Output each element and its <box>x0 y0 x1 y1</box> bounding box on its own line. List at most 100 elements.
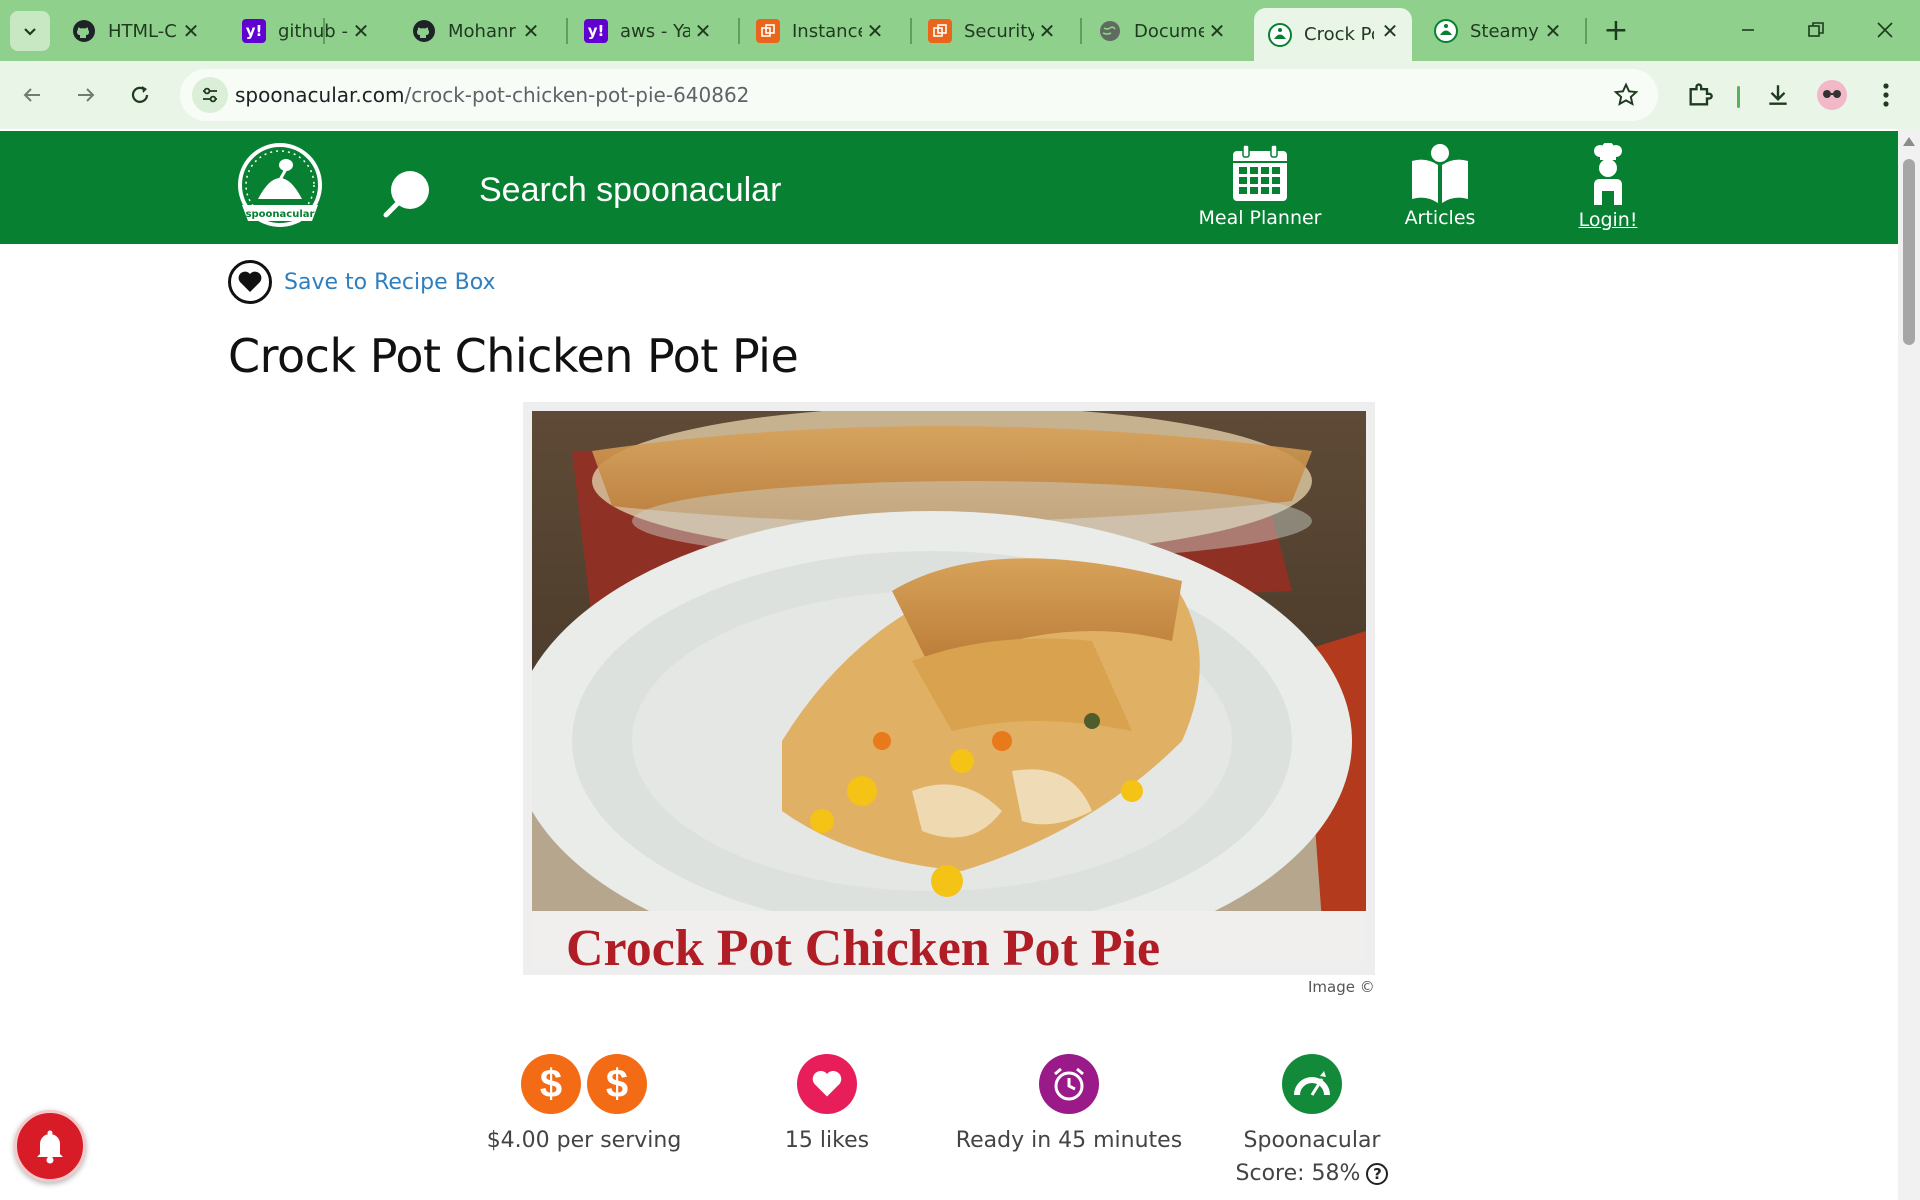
heart-icon[interactable] <box>228 260 272 304</box>
yahoo-icon: y! <box>584 19 608 43</box>
save-to-recipe-box[interactable]: Save to Recipe Box <box>228 259 496 305</box>
close-icon[interactable]: ✕ <box>349 19 373 43</box>
image-credit[interactable]: Image © <box>1308 978 1375 996</box>
tab-title: Docume <box>1134 20 1204 42</box>
url-path: /crock-pot-chicken-pot-pie-640862 <box>404 83 750 107</box>
minimize-button[interactable] <box>1720 8 1776 52</box>
more-vert-icon <box>1883 83 1889 107</box>
page-title: Crock Pot Chicken Pot Pie <box>228 329 799 383</box>
browser-tab[interactable]: y! aws - Ya ✕ <box>570 8 725 54</box>
close-icon[interactable]: ✕ <box>863 19 887 43</box>
arrow-left-icon <box>23 88 40 102</box>
chevron-down-icon <box>24 28 36 36</box>
web-page: spoonacular Search spoonacular Meal Plan… <box>0 129 1898 1200</box>
heart-icon[interactable] <box>797 1054 857 1114</box>
page-scrollbar[interactable] <box>1898 129 1920 1200</box>
dollar-icon: $ <box>587 1054 647 1114</box>
bell-icon <box>37 1130 63 1164</box>
scroll-up-arrow-icon[interactable] <box>1903 137 1915 146</box>
close-icon[interactable]: ✕ <box>1205 19 1229 43</box>
save-link[interactable]: Save to Recipe Box <box>284 270 496 295</box>
score-value-row: Score: 58%? <box>1222 1157 1402 1190</box>
score-label: Spoonacular <box>1243 1128 1381 1153</box>
browser-tab[interactable]: HTML-C ✕ <box>58 8 213 54</box>
search-input[interactable]: Search spoonacular <box>479 171 781 210</box>
price-stat: $ $ $4.00 per serving <box>484 1054 684 1157</box>
nav-login[interactable]: Login! <box>1528 139 1688 239</box>
arrow-right-icon <box>78 88 95 102</box>
browser-tab-active[interactable]: Crock Po ✕ <box>1254 8 1412 61</box>
close-icon[interactable]: ✕ <box>1378 19 1402 43</box>
menu-button[interactable] <box>1866 75 1906 115</box>
browser-tab[interactable]: Docume ✕ <box>1084 8 1239 54</box>
tab-title: Mohanr <box>448 20 516 42</box>
tab-title: Instance <box>792 20 862 42</box>
download-icon <box>1769 85 1787 105</box>
new-tab-button[interactable]: + <box>1598 12 1634 48</box>
score-value: Score: 58% <box>1235 1161 1361 1186</box>
tab-title: Crock Po <box>1304 24 1374 45</box>
browser-toolbar: spoonacular.com/crock-pot-chicken-pot-pi… <box>0 61 1920 129</box>
toolbar-separator <box>1737 86 1740 108</box>
book-reader-icon <box>1412 144 1468 203</box>
notification-bell-button[interactable] <box>14 1110 86 1182</box>
close-icon[interactable]: ✕ <box>1541 19 1565 43</box>
spoonacular-logo[interactable]: spoonacular <box>234 141 326 233</box>
help-icon[interactable]: ? <box>1366 1163 1389 1185</box>
tab-title: Steamy <box>1470 20 1539 42</box>
nav-meal-planner[interactable]: Meal Planner <box>1180 139 1340 239</box>
tab-title: aws - Ya <box>620 20 690 42</box>
close-icon[interactable]: ✕ <box>179 19 203 43</box>
ready-label: Ready in 45 minutes <box>955 1128 1183 1153</box>
reload-icon <box>131 86 149 103</box>
close-window-button[interactable] <box>1857 8 1913 52</box>
forward-button[interactable] <box>66 75 106 115</box>
extensions-button[interactable] <box>1680 75 1720 115</box>
yahoo-icon: y! <box>242 19 266 43</box>
scrollbar-thumb[interactable] <box>1903 159 1915 345</box>
close-icon <box>1877 22 1893 38</box>
browser-tab[interactable]: Instance ✕ <box>742 8 897 54</box>
tab-title: Security <box>964 20 1034 42</box>
minimize-icon <box>1742 29 1754 31</box>
star-icon <box>1613 82 1639 106</box>
aws-icon <box>928 19 952 43</box>
browser-tab[interactable]: Security ✕ <box>914 8 1069 54</box>
tab-strip: HTML-C ✕ y! github - ✕ Mohanr ✕ y! aws -… <box>0 0 1920 61</box>
price-label: $4.00 per serving <box>486 1128 682 1153</box>
close-icon[interactable]: ✕ <box>519 19 543 43</box>
browser-tab[interactable]: y! github - ✕ <box>228 8 383 54</box>
profile-button[interactable] <box>1812 75 1852 115</box>
globe-icon <box>1098 19 1122 43</box>
spoonacular-icon <box>1434 19 1458 43</box>
url-text[interactable]: spoonacular.com/crock-pot-chicken-pot-pi… <box>235 83 749 107</box>
close-icon[interactable]: ✕ <box>691 19 715 43</box>
restore-button[interactable] <box>1788 8 1844 52</box>
chef-icon <box>1594 143 1622 205</box>
close-icon[interactable]: ✕ <box>1035 19 1059 43</box>
url-host: spoonacular.com <box>235 83 405 107</box>
nav-articles[interactable]: Articles <box>1360 139 1520 239</box>
back-button[interactable] <box>12 75 52 115</box>
tune-icon <box>203 87 217 103</box>
likes-label: 15 likes <box>784 1128 870 1153</box>
gauge-icon <box>1282 1054 1342 1114</box>
reload-button[interactable] <box>120 75 160 115</box>
bookmark-star-button[interactable] <box>1612 81 1640 109</box>
browser-tab[interactable]: Mohanr ✕ <box>398 8 553 54</box>
puzzle-icon <box>1689 83 1713 106</box>
search-icon[interactable] <box>380 167 434 221</box>
ready-time-stat: Ready in 45 minutes <box>944 1054 1194 1157</box>
github-icon <box>412 19 436 43</box>
browser-tab[interactable]: Steamy ✕ <box>1420 8 1575 54</box>
address-bar[interactable]: spoonacular.com/crock-pot-chicken-pot-pi… <box>180 69 1658 121</box>
image-caption: Crock Pot Chicken Pot Pie <box>566 920 1161 966</box>
tab-search-button[interactable] <box>10 11 50 51</box>
downloads-button[interactable] <box>1758 75 1798 115</box>
restore-icon <box>1808 22 1824 37</box>
spoonacular-icon <box>1268 22 1292 47</box>
recipe-image[interactable]: Crock Pot Chicken Pot Pie <box>532 411 1366 966</box>
likes-stat: 15 likes <box>727 1054 927 1157</box>
site-info-button[interactable] <box>192 77 228 113</box>
nav-label: Articles <box>1404 207 1476 229</box>
